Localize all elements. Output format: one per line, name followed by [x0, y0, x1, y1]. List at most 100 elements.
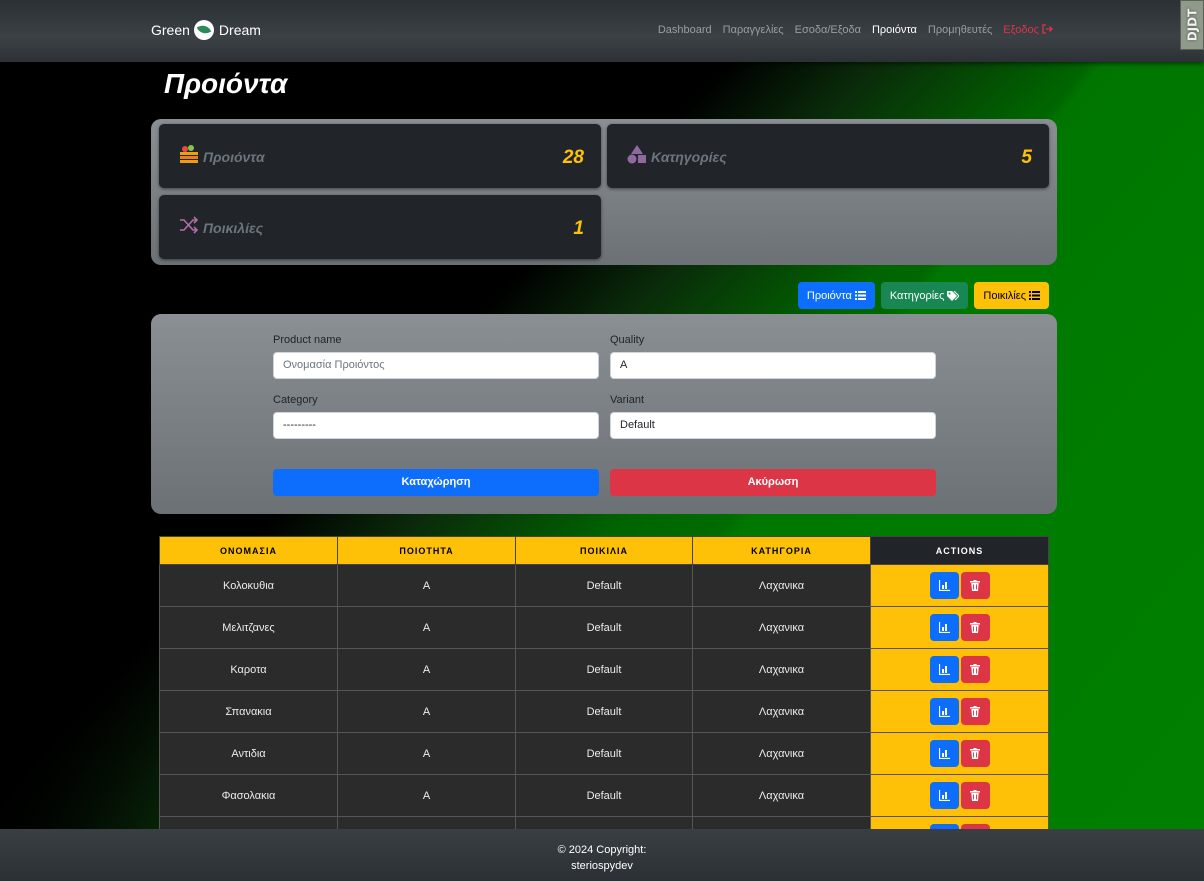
trash-icon [969, 580, 980, 591]
table-row: Φασολακια A Default Λαχανικα [159, 774, 1049, 817]
table-row: Κολοκυθια A Default Λαχανικα [159, 564, 1049, 607]
products-button-label: Προιόντα [806, 289, 852, 302]
quality-input[interactable]: A [610, 352, 936, 379]
stat-variants-value: 1 [573, 218, 584, 239]
column-header-name[interactable]: ΟΝΟΜΑΣΙΑ [159, 536, 338, 565]
chart-button[interactable] [929, 656, 959, 683]
cell-variant: Default [515, 564, 693, 607]
chart-bar-icon [938, 580, 950, 591]
trash-icon [969, 622, 980, 633]
tags-icon [947, 290, 960, 301]
categories-button[interactable]: Κατηγορίες [880, 282, 969, 309]
cell-variant: Default [515, 606, 693, 649]
cancel-button[interactable]: Ακύρωση [610, 469, 936, 496]
stats-panel: Προιόντα 28 Κατηγορίες 5 Ποικιλίες 1 [151, 119, 1057, 265]
stat-products-label: Προιόντα [203, 149, 265, 165]
cell-name: Μελιτζανες [159, 606, 338, 649]
variants-button-label: Ποικιλίες [983, 289, 1026, 302]
list-icon [854, 291, 866, 300]
products-list-button[interactable]: Προιόντα [797, 282, 875, 309]
nav-links: Dashboard Παραγγελίες Εσοδα/Εξοδα Προιόν… [658, 24, 1053, 36]
delete-button[interactable] [960, 698, 990, 725]
category-select[interactable]: --------- [273, 412, 599, 439]
chart-bar-icon [938, 748, 950, 759]
cell-name: Σπανακια [159, 690, 338, 733]
category-label: Category [273, 394, 318, 406]
cell-actions [870, 690, 1049, 733]
stat-card-products: Προιόντα 28 [159, 124, 601, 188]
trash-icon [969, 664, 980, 675]
chart-button[interactable] [929, 572, 959, 599]
variant-select[interactable]: Default [610, 412, 936, 439]
delete-button[interactable] [960, 740, 990, 767]
cell-variant: Default [515, 732, 693, 775]
variants-button[interactable]: Ποικιλίες [974, 282, 1049, 309]
nav-products[interactable]: Προιόντα [872, 24, 917, 36]
navbar: Green Dream Dashboard Παραγγελίες Εσοδα/… [0, 0, 1204, 62]
column-header-quality[interactable]: ΠΟΙΟΤΗΤΑ [337, 536, 516, 565]
footer-author-link[interactable]: steriospydev [0, 858, 1204, 874]
product-name-input[interactable]: Ονομασία Προιόντος [273, 352, 599, 379]
chart-bar-icon [938, 664, 950, 675]
cell-actions [870, 732, 1049, 775]
chart-bar-icon [938, 622, 950, 633]
column-header-category[interactable]: ΚΑΤΗΓΟΡΙΑ [692, 536, 871, 565]
nav-income-expenses[interactable]: Εσοδα/Εξοδα [795, 24, 861, 36]
cell-quality: A [337, 774, 516, 817]
submit-button[interactable]: Καταχώρηση [273, 469, 599, 496]
table-header-row: ΟΝΟΜΑΣΙΑ ΠΟΙΟΤΗΤΑ ΠΟΙΚΙΛΙΑ ΚΑΤΗΓΟΡΙΑ ACT… [159, 536, 1049, 565]
table-row: Μελιτζανες A Default Λαχανικα [159, 606, 1049, 649]
leaf-icon [193, 20, 214, 40]
page-title: Προιόντα [164, 68, 288, 99]
products-table: ΟΝΟΜΑΣΙΑ ΠΟΙΟΤΗΤΑ ΠΟΙΚΙΛΙΑ ΚΑΤΗΓΟΡΙΑ ACT… [159, 536, 1049, 859]
cell-variant: Default [515, 648, 693, 691]
vegetable-crate-icon [180, 145, 198, 163]
chart-button[interactable] [929, 698, 959, 725]
debug-toolbar-handle[interactable]: DJDT [1180, 0, 1204, 50]
cell-quality: A [337, 690, 516, 733]
nav-suppliers[interactable]: Προμηθευτές [928, 24, 992, 36]
column-header-actions: ACTIONS [870, 536, 1049, 565]
nav-orders[interactable]: Παραγγελίες [723, 24, 784, 36]
delete-button[interactable] [960, 782, 990, 809]
brand-text-left: Green [151, 22, 190, 38]
cell-actions [870, 606, 1049, 649]
product-name-label: Product name [273, 334, 342, 346]
column-header-variant[interactable]: ΠΟΙΚΙΛΙΑ [515, 536, 693, 565]
cell-category: Λαχανικα [692, 564, 871, 607]
nav-dashboard[interactable]: Dashboard [658, 24, 712, 36]
cell-quality: A [337, 606, 516, 649]
brand-text-right: Dream [218, 22, 261, 38]
stat-products-value: 28 [562, 147, 584, 168]
chart-button[interactable] [929, 614, 959, 641]
cell-variant: Default [515, 690, 693, 733]
shuffle-icon [180, 216, 199, 234]
chart-bar-icon [938, 790, 950, 801]
cell-category: Λαχανικα [692, 774, 871, 817]
cell-variant: Default [515, 774, 693, 817]
stat-categories-value: 5 [1021, 147, 1032, 168]
variant-label: Variant [610, 394, 645, 406]
chart-button[interactable] [929, 782, 959, 809]
shapes-icon [627, 145, 646, 164]
cell-category: Λαχανικα [692, 606, 871, 649]
brand-logo[interactable]: Green Dream [151, 20, 261, 40]
cell-name: Καροτα [159, 648, 338, 691]
table-row: Αντιδια A Default Λαχανικα [159, 732, 1049, 775]
delete-button[interactable] [960, 656, 990, 683]
quality-field: Quality A [610, 334, 936, 379]
cell-category: Λαχανικα [692, 690, 871, 733]
cell-name: Φασολακια [159, 774, 338, 817]
delete-button[interactable] [960, 614, 990, 641]
cell-category: Λαχανικα [692, 648, 871, 691]
sign-out-icon [1042, 24, 1053, 34]
chart-button[interactable] [929, 740, 959, 767]
footer: © 2024 Copyright: steriospydev [0, 829, 1204, 881]
logout-label: Εξοδος [1003, 24, 1039, 36]
delete-button[interactable] [960, 572, 990, 599]
stat-categories-label: Κατηγορίες [651, 149, 727, 165]
chart-bar-icon [938, 706, 950, 717]
section-buttons: Προιόντα Κατηγορίες Ποικιλίες [797, 282, 1049, 309]
quality-label: Quality [610, 334, 645, 346]
nav-logout[interactable]: Εξοδος [1003, 24, 1053, 36]
